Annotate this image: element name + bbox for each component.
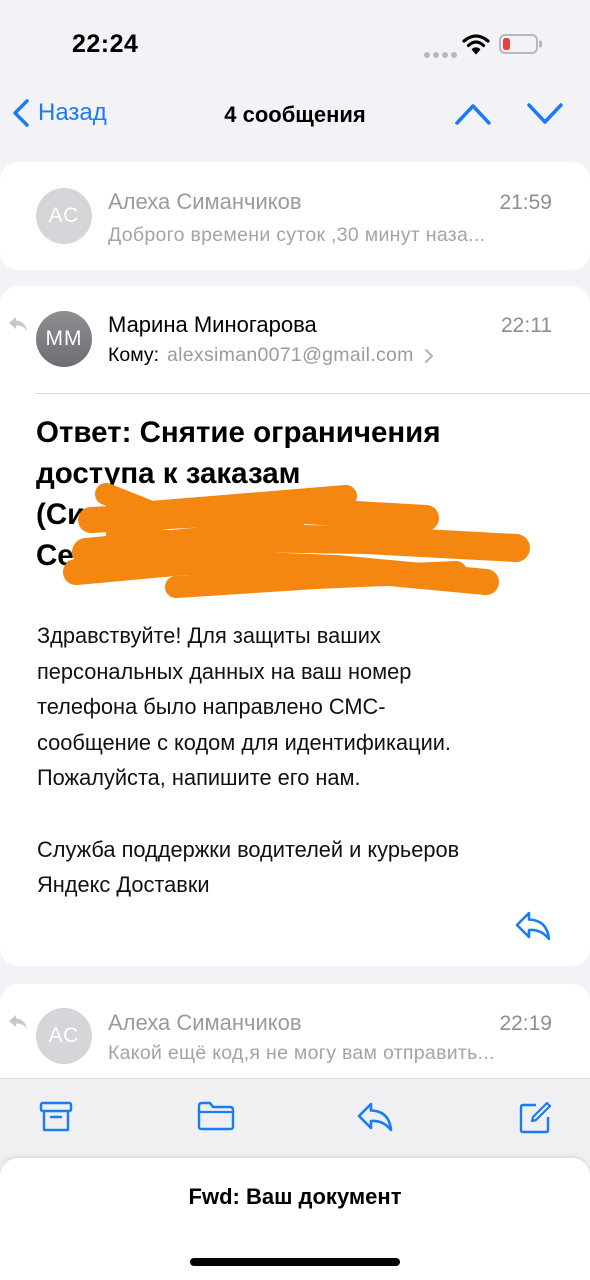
message-time: 22:11 (501, 314, 552, 337)
message-card-collapsed[interactable]: АС Алеха Симанчиков 21:59 Доброго времен… (0, 162, 590, 270)
body-line: Яндекс Доставки (37, 872, 210, 897)
message-time: 22:19 (499, 1012, 552, 1035)
compose-button[interactable] (518, 1101, 552, 1135)
back-label: Назад (38, 99, 107, 126)
body-line: Здравствуйте! Для защиты ваших (37, 623, 381, 648)
message-card-expanded: ММ Марина Миногарова 22:11 Кому: alexsim… (0, 286, 590, 966)
replied-indicator-icon (9, 317, 27, 331)
sender-name: Алеха Симанчиков (108, 1010, 302, 1035)
message-preview: Доброго времени суток ,30 минут наза... (108, 224, 486, 246)
sender-name: Марина Миногарова (108, 312, 317, 337)
body-line: Служба поддержки водителей и курьеров (37, 836, 460, 862)
message-time: 21:59 (499, 191, 552, 214)
nav-bar: Назад 4 сообщения (0, 88, 590, 144)
minimized-draft[interactable]: Fwd: Ваш документ (0, 1158, 590, 1280)
draft-title: Fwd: Ваш документ (188, 1184, 402, 1209)
previous-message-button[interactable] (454, 102, 492, 126)
avatar: АС (36, 188, 92, 244)
signal-icon (424, 45, 460, 63)
message-preview: Какой ещё код,я не могу вам отправить... (108, 1042, 495, 1064)
back-button[interactable]: Назад (12, 98, 107, 128)
reply-all-button[interactable] (356, 1101, 394, 1133)
avatar: ММ (36, 311, 92, 367)
email-body: Здравствуйте! Для защиты ваших персональ… (37, 618, 557, 903)
status-bar: 22:24 (0, 0, 590, 90)
home-indicator[interactable] (190, 1258, 400, 1266)
body-line: Пожалуйста, напишите его нам. (37, 765, 361, 790)
recipient-address: alexsiman0071@gmail.com (167, 344, 414, 366)
sender-name: Алеха Симанчиков (108, 189, 302, 214)
next-message-button[interactable] (526, 102, 564, 126)
divider (36, 393, 590, 394)
folder-button[interactable] (197, 1101, 235, 1131)
status-time: 22:24 (72, 30, 139, 58)
recipient-row[interactable]: Кому: alexsiman0071@gmail.com (108, 344, 434, 367)
body-line: персональных данных на ваш номер (37, 658, 412, 684)
battery-icon (499, 34, 542, 54)
email-subject: Ответ: Снятие ограничения доступа к зака… (36, 412, 556, 598)
avatar: АС (36, 1008, 92, 1064)
chevron-right-icon (424, 348, 433, 363)
wifi-icon (462, 34, 490, 55)
to-label: Кому: (108, 344, 159, 366)
archive-button[interactable] (39, 1101, 73, 1133)
replied-indicator-icon (9, 1015, 27, 1029)
reply-button[interactable] (514, 910, 552, 942)
body-line: сообщение с кодом для идентификации. (37, 729, 451, 755)
body-line: телефона было направлено СМС- (37, 694, 386, 719)
chevron-left-icon (13, 99, 29, 127)
bottom-toolbar (0, 1078, 590, 1161)
redaction-scribble (63, 483, 530, 598)
